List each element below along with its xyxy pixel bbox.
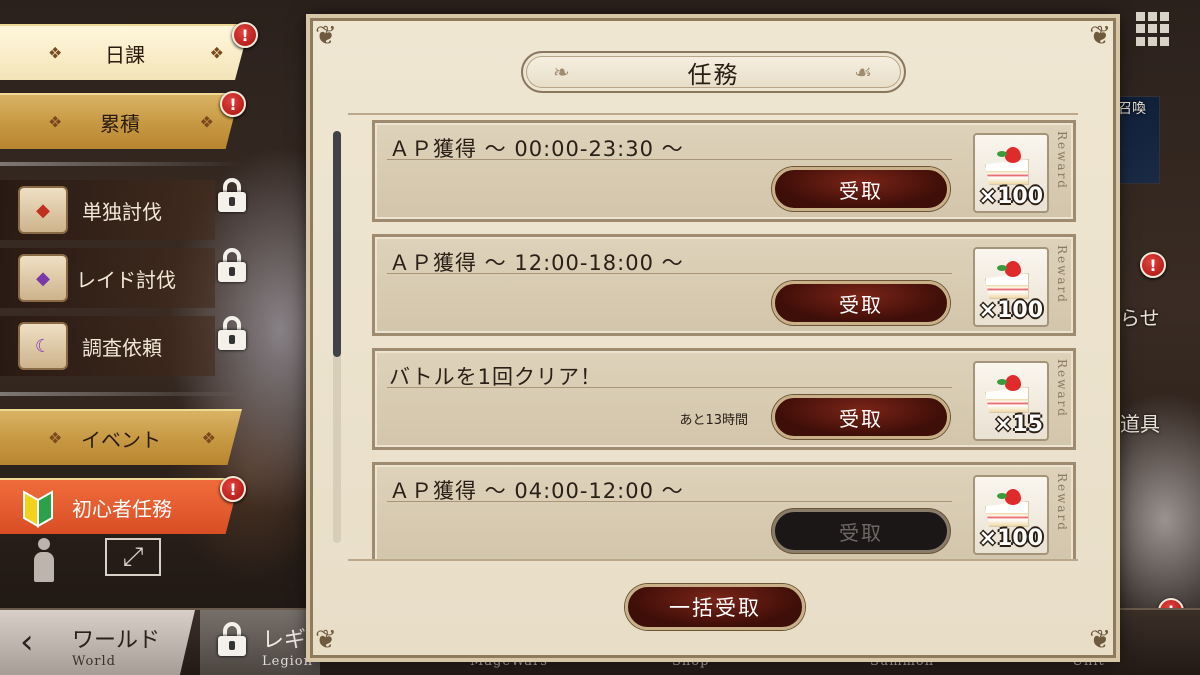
items-menu-label[interactable]: 道具 [1120, 408, 1160, 437]
menu-cumulative-label: 累積 [100, 111, 140, 136]
corner-ornament-icon: ❦ [315, 625, 337, 655]
ornament-icon: ❖ [209, 43, 224, 63]
ornament-icon: ❖ [48, 112, 63, 132]
mission-divider [387, 501, 952, 502]
cumulative-alert-badge: ! [220, 91, 246, 117]
menu-solo-label: 単独討伐 [82, 199, 162, 224]
dialog-title: 任務 [687, 60, 740, 89]
menu-beginner[interactable]: 初心者任務 [0, 478, 240, 534]
lock-icon [218, 316, 246, 350]
cake-icon [985, 147, 1031, 187]
nav-legion-label: レギ [262, 628, 307, 653]
reward-item: ×100 [973, 133, 1049, 213]
title-ornament-icon: ❧ [553, 60, 572, 84]
ornament-icon: ❖ [48, 43, 63, 63]
mission-divider [387, 273, 952, 274]
nav-legion-button[interactable]: レギ Legion [200, 610, 320, 675]
reward-label: Reward [1055, 245, 1069, 304]
claim-button[interactable]: 受取 [772, 281, 950, 325]
cake-icon [985, 375, 1031, 415]
mission-dialog: ❦ ❦ ❦ ❦ ❧ 任務 ☙ ＡＰ獲得 〜 00:00-23:30 〜 受取 ×… [310, 18, 1116, 658]
mission-row: ＡＰ獲得 〜 00:00-23:30 〜 受取 ×100 Reward [372, 120, 1076, 222]
grid-menu-icon[interactable] [1136, 12, 1170, 46]
menu-investigation[interactable]: ☾ 調査依頼 [0, 316, 215, 376]
mission-row: バトルを1回クリア！ あと13時間 受取 ×15 Reward [372, 348, 1076, 450]
cake-icon [985, 261, 1031, 301]
reward-quantity: ×100 [978, 298, 1043, 323]
menu-divider [0, 162, 245, 166]
reward-label: Reward [1055, 473, 1069, 532]
list-scrollbar-thumb[interactable] [333, 131, 341, 357]
lock-icon [218, 178, 246, 212]
claim-button[interactable]: 受取 [772, 395, 950, 439]
reward-item: ×100 [973, 475, 1049, 555]
menu-event-label: イベント [81, 427, 161, 452]
reward-quantity: ×15 [993, 412, 1043, 437]
reward-quantity: ×100 [978, 526, 1043, 551]
summon-banner-text: 召喚 [1118, 101, 1146, 117]
corner-ornament-icon: ❦ [315, 21, 337, 51]
corner-ornament-icon: ❦ [1089, 21, 1111, 51]
mission-row: ＡＰ獲得 〜 04:00-12:00 〜 受取 ×100 Reward [372, 462, 1076, 559]
cake-icon [985, 489, 1031, 529]
menu-raid[interactable]: ◆ レイド討伐 [0, 248, 215, 308]
daily-alert-badge: ! [232, 22, 258, 48]
mission-row: ＡＰ獲得 〜 12:00-18:00 〜 受取 ×100 Reward [372, 234, 1076, 336]
ornament-icon: ❖ [201, 428, 216, 448]
mission-remaining-time: あと13時間 [679, 413, 748, 428]
solo-scroll-icon: ◆ [18, 186, 68, 234]
beginner-alert-badge: ! [220, 476, 246, 502]
back-arrow-icon: ‹ [20, 622, 34, 662]
menu-raid-label: レイド討伐 [76, 267, 176, 292]
mission-list: ＡＰ獲得 〜 00:00-23:30 〜 受取 ×100 Reward ＡＰ獲得… [348, 113, 1078, 561]
reward-quantity: ×100 [978, 184, 1043, 209]
notice-alert-badge: ! [1140, 252, 1166, 278]
menu-divider [0, 392, 245, 396]
menu-solo[interactable]: ◆ 単独討伐 [0, 180, 215, 240]
nav-world-label: ワールド [72, 628, 161, 653]
menu-daily-label: 日課 [105, 42, 145, 67]
notice-menu-label[interactable]: らせ [1120, 302, 1160, 331]
menu-event[interactable]: ❖ イベント ❖ [0, 409, 242, 465]
menu-investigation-label: 調査依頼 [82, 335, 162, 360]
nav-legion-sub: Legion [262, 654, 314, 669]
reward-item: ×15 [973, 361, 1049, 441]
expand-icon[interactable]: ⤢ [105, 538, 161, 576]
claim-button[interactable]: 受取 [772, 167, 950, 211]
menu-cumulative[interactable]: ❖ 累積 ❖ [0, 93, 240, 149]
lock-icon [218, 248, 246, 282]
reward-label: Reward [1055, 131, 1069, 190]
corner-ornament-icon: ❦ [1089, 625, 1111, 655]
claim-all-button[interactable]: 一括受取 [625, 584, 805, 630]
beginner-leaf-icon [18, 488, 58, 528]
mission-divider [387, 387, 952, 388]
reward-label: Reward [1055, 359, 1069, 418]
nav-world-button[interactable]: ‹ ワールド World [0, 610, 195, 675]
nav-world-sub: World [72, 654, 116, 669]
moon-scroll-icon: ☾ [18, 322, 68, 370]
mission-divider [387, 159, 952, 160]
person-icon[interactable] [30, 538, 58, 586]
ornament-icon: ❖ [48, 428, 63, 448]
dialog-title-plate: ❧ 任務 ☙ [521, 51, 906, 93]
raid-scroll-icon: ◆ [18, 254, 68, 302]
reward-item: ×100 [973, 247, 1049, 327]
menu-beginner-label: 初心者任務 [72, 496, 172, 521]
title-ornament-icon: ☙ [854, 60, 874, 84]
ornament-icon: ❖ [199, 112, 214, 132]
menu-daily[interactable]: ❖ 日課 ❖ [0, 24, 250, 80]
lock-icon [218, 622, 246, 656]
claim-button-disabled[interactable]: 受取 [772, 509, 950, 553]
